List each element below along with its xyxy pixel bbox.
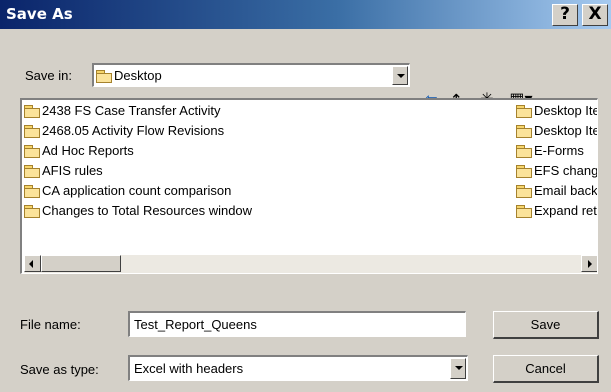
scroll-left-button[interactable] xyxy=(24,255,41,272)
save-in-dropdown[interactable]: Desktop xyxy=(92,63,410,87)
save-in-value: Desktop xyxy=(114,68,162,83)
save-as-type-dropdown[interactable]: Excel with headers xyxy=(128,355,468,381)
folder-icon xyxy=(24,165,40,178)
save-button[interactable]: Save xyxy=(493,311,599,339)
scroll-thumb[interactable] xyxy=(41,255,121,272)
folder-icon xyxy=(24,105,40,118)
close-button[interactable]: X xyxy=(582,4,608,26)
folder-icon xyxy=(516,205,532,218)
title-bar xyxy=(0,0,611,29)
list-item[interactable]: CA application count comparison xyxy=(24,182,231,200)
save-as-type-label: Save as type: xyxy=(20,362,99,377)
help-button[interactable]: ? xyxy=(552,4,578,26)
arrow-right-icon xyxy=(588,260,592,268)
list-item[interactable]: Email backu xyxy=(516,182,597,200)
folder-icon xyxy=(516,145,532,158)
folder-icon xyxy=(24,145,40,158)
file-name-field[interactable]: Test_Report_Queens xyxy=(128,311,466,337)
list-item[interactable]: Ad Hoc Reports xyxy=(24,142,134,160)
list-item[interactable]: 2438 FS Case Transfer Activity xyxy=(24,102,220,120)
arrow-left-icon xyxy=(29,260,33,268)
folder-icon xyxy=(516,165,532,178)
cancel-button[interactable]: Cancel xyxy=(493,355,599,383)
list-item[interactable]: AFIS rules xyxy=(24,162,103,180)
save-in-label: Save in: xyxy=(25,68,72,83)
chevron-down-icon[interactable] xyxy=(392,66,408,85)
folder-icon xyxy=(24,205,40,218)
list-item[interactable]: EFS change xyxy=(516,162,597,180)
list-item[interactable]: 2468.05 Activity Flow Revisions xyxy=(24,122,224,140)
list-item[interactable]: E-Forms xyxy=(516,142,584,160)
chevron-down-icon[interactable] xyxy=(450,358,466,379)
folder-icon xyxy=(516,185,532,198)
list-item[interactable]: Desktop Ite xyxy=(516,122,597,140)
list-item[interactable]: Changes to Total Resources window xyxy=(24,202,252,220)
horizontal-scrollbar[interactable] xyxy=(24,255,597,273)
folder-icon xyxy=(516,105,532,118)
list-item[interactable]: Expand ret xyxy=(516,202,597,220)
folder-icon xyxy=(516,125,532,138)
folder-icon xyxy=(96,70,112,83)
list-item[interactable]: Desktop Ite xyxy=(516,102,597,120)
file-name-label: File name: xyxy=(20,317,81,332)
scroll-right-button[interactable] xyxy=(581,255,597,272)
folder-icon xyxy=(24,185,40,198)
file-list[interactable]: 2438 FS Case Transfer Activity 2468.05 A… xyxy=(20,98,598,274)
folder-icon xyxy=(24,125,40,138)
window-title: Save As xyxy=(6,5,73,23)
